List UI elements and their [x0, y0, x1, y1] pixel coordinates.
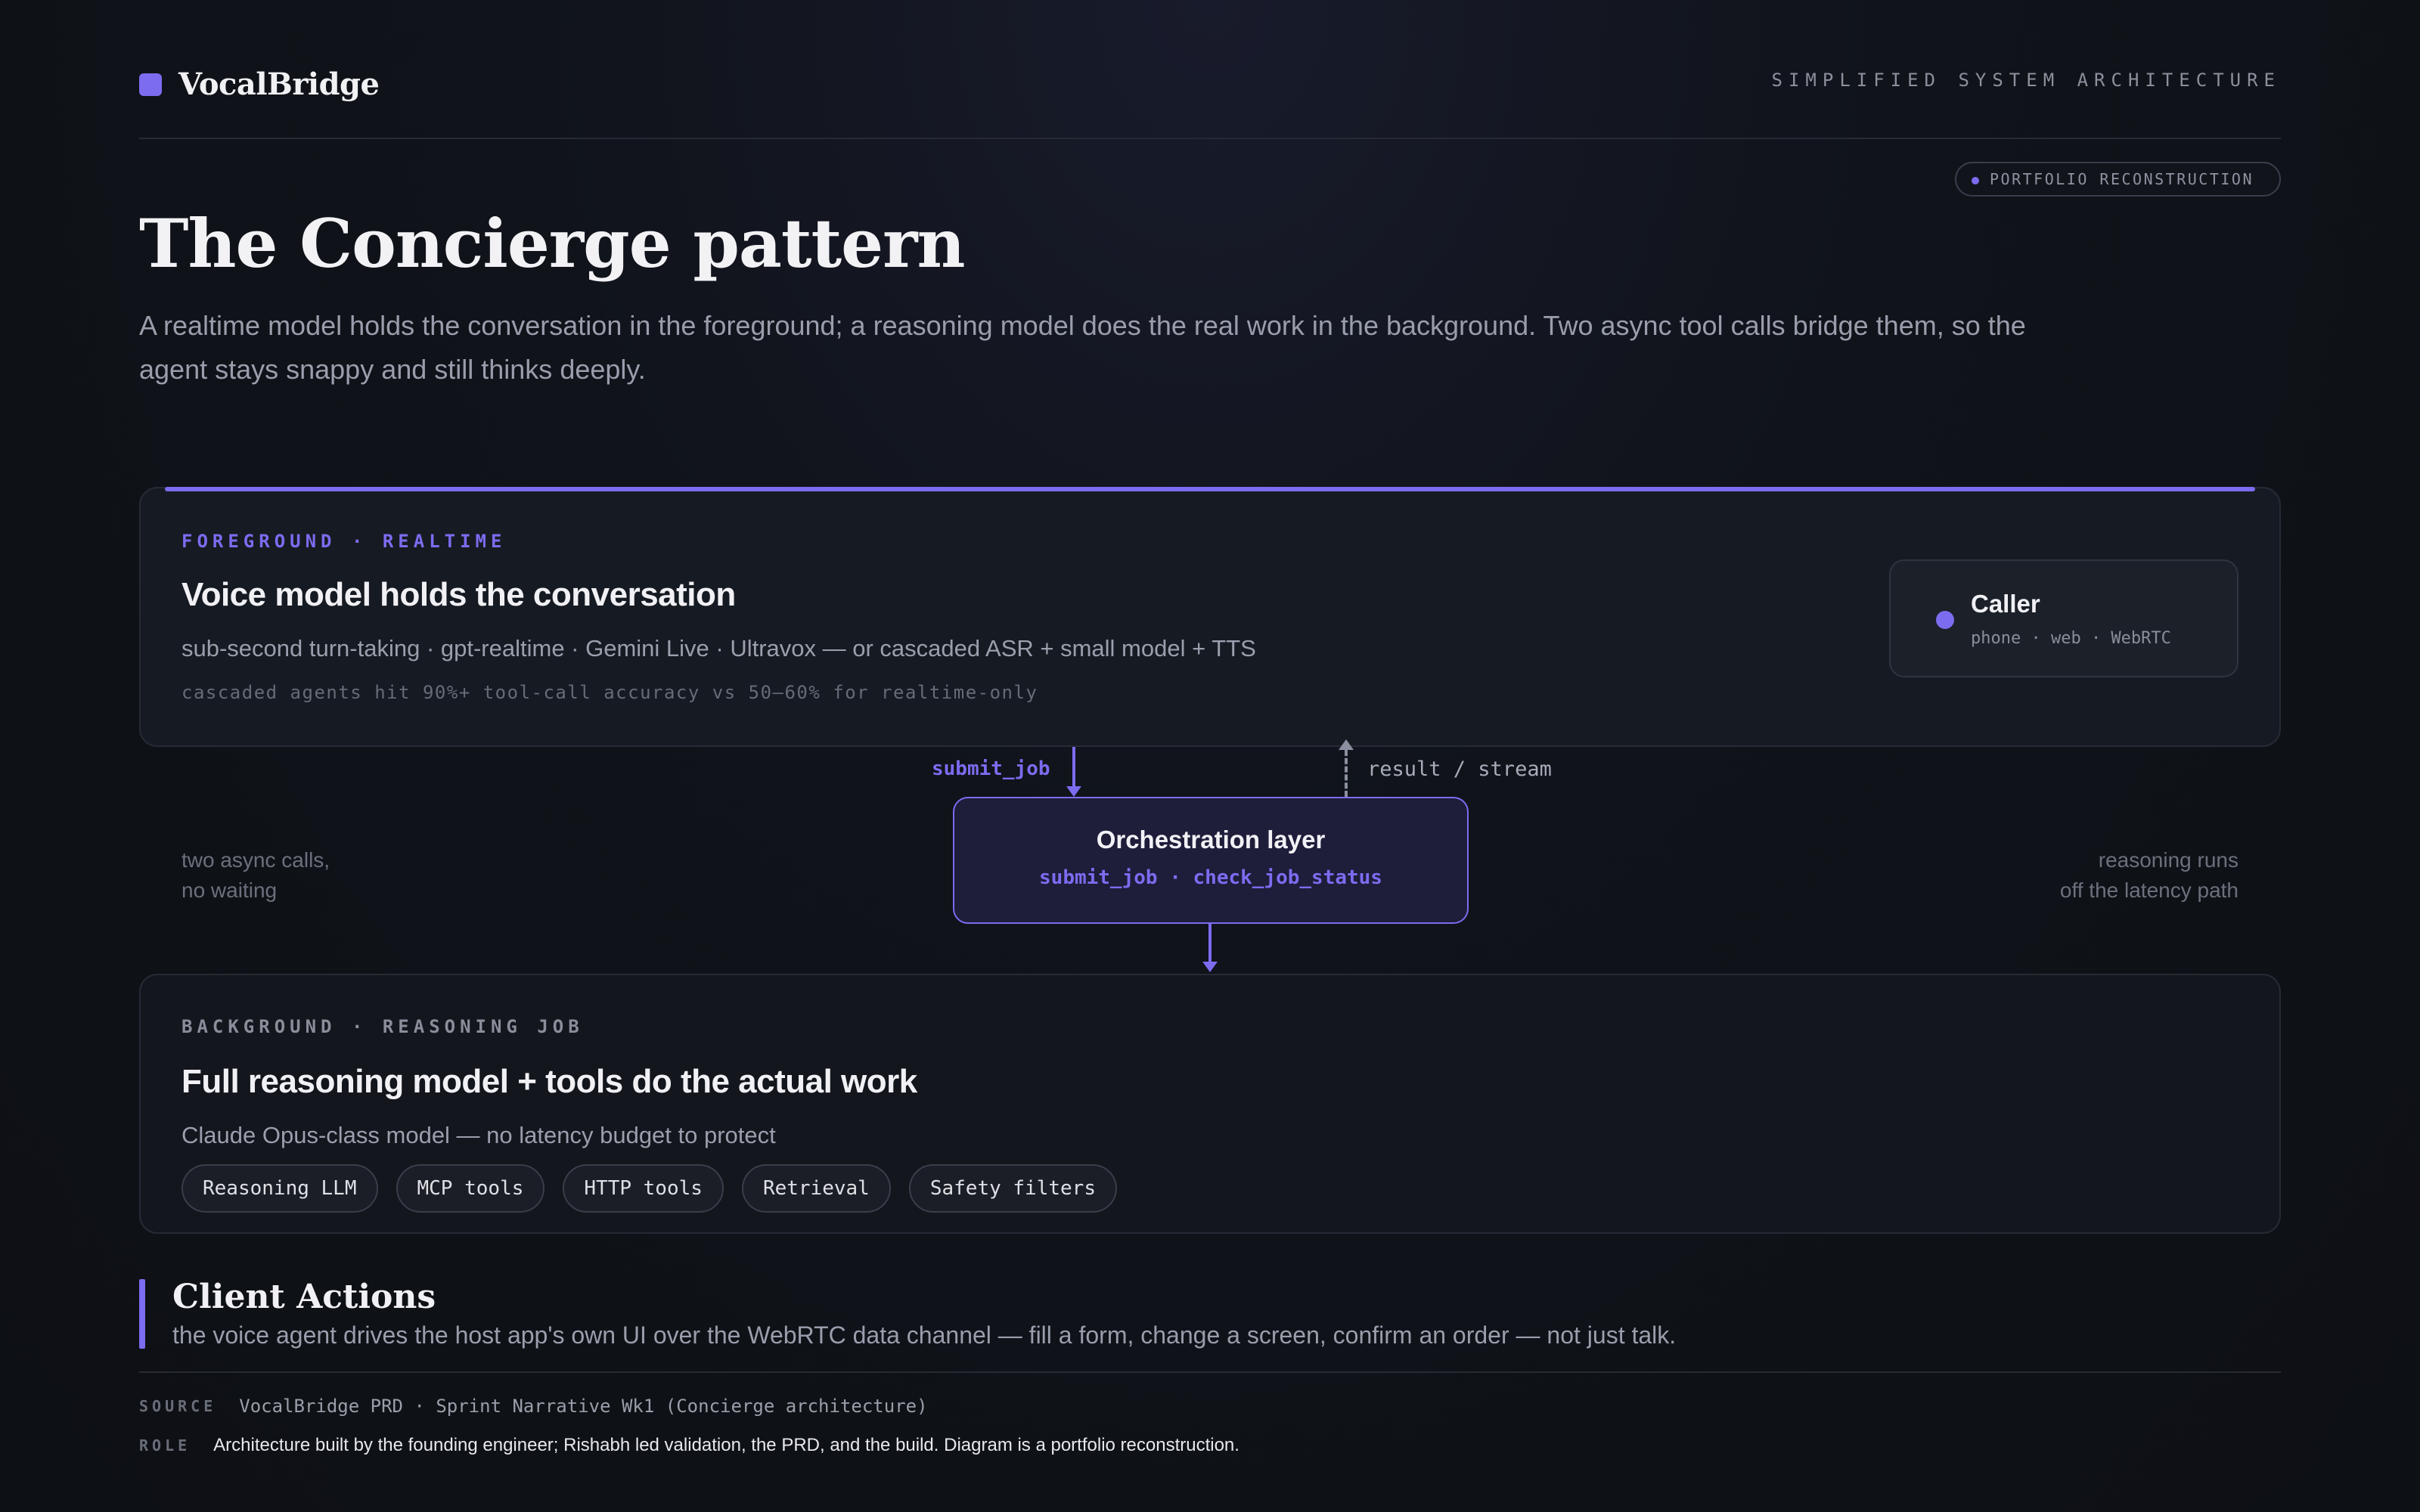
submit-job-arrow [1066, 747, 1081, 797]
background-title: Full reasoning model + tools do the actu… [182, 1063, 917, 1100]
brand-logo-icon [139, 73, 162, 96]
brand-name: VocalBridge [178, 67, 380, 102]
footer-divider [139, 1371, 2281, 1373]
badge-dot-icon [1972, 177, 1980, 184]
client-actions-subtitle: the voice agent drives the host app's ow… [172, 1321, 1677, 1349]
foreground-eyebrow: FOREGROUND · REALTIME [182, 531, 507, 552]
footer-source-row: SOURCE VocalBridge PRD · Sprint Narrativ… [139, 1396, 928, 1417]
tag-safety-filters: Safety filters [908, 1164, 1117, 1213]
tag-mcp-tools: MCP tools [396, 1164, 545, 1213]
footer-role-row: ROLE Architecture built by the founding … [139, 1435, 1239, 1456]
tag-http-tools: HTTP tools [563, 1164, 724, 1213]
orchestration-node: Orchestration layer submit_job · check_j… [953, 797, 1469, 924]
side-note-right: reasoning runs off the latency path [2060, 845, 2238, 906]
header-divider [139, 138, 2281, 139]
foreground-card: FOREGROUND · REALTIME Voice model holds … [139, 487, 2281, 747]
background-eyebrow: BACKGROUND · REASONING JOB [182, 1016, 584, 1037]
orchestration-subtitle: submit_job · check_job_status [1039, 866, 1382, 889]
submit-job-label: submit_job [932, 758, 1050, 780]
foreground-subtitle: sub-second turn-taking · gpt-realtime · … [182, 635, 1256, 662]
foreground-accent-bar [165, 487, 2255, 491]
caller-node: Caller phone · web · WebRTC [1889, 559, 2238, 677]
tag-reasoning-llm: Reasoning LLM [182, 1164, 378, 1213]
page-title: The Concierge pattern [139, 204, 966, 283]
badge-label: PORTFOLIO RECONSTRUCTION [1990, 170, 2254, 188]
side-note-left-line1: two async calls, [182, 848, 330, 872]
client-actions-title: Client Actions [172, 1278, 436, 1316]
brand[interactable]: VocalBridge [139, 67, 380, 102]
caller-title: Caller [1971, 590, 2040, 618]
foreground-note: cascaded agents hit 90%+ tool-call accur… [182, 682, 1038, 703]
orchestration-title: Orchestration layer [1096, 826, 1326, 854]
tool-tags: Reasoning LLM MCP tools HTTP tools Retri… [182, 1164, 1117, 1213]
client-actions-accent-bar [139, 1279, 145, 1349]
footer-role-key: ROLE [139, 1436, 191, 1455]
header-label: SIMPLIFIED SYSTEM ARCHITECTURE [1771, 70, 2281, 91]
background-subtitle: Claude Opus-class model — no latency bud… [182, 1122, 776, 1148]
footer-source-key: SOURCE [139, 1397, 217, 1415]
background-card: BACKGROUND · REASONING JOB Full reasonin… [139, 974, 2281, 1234]
result-stream-arrow [1339, 739, 1354, 797]
foreground-title: Voice model holds the conversation [182, 576, 736, 613]
caller-dot-icon [1936, 611, 1954, 629]
page-lead: A realtime model holds the conversation … [139, 310, 2026, 385]
side-note-left-line2: no waiting [182, 878, 278, 902]
tag-retrieval: Retrieval [741, 1164, 891, 1213]
footer-role-value: Architecture built by the founding engin… [213, 1435, 1239, 1455]
side-note-left: two async calls, no waiting [182, 845, 330, 906]
job-dispatch-arrow [1202, 924, 1218, 972]
footer-source-value: VocalBridge PRD · Sprint Narrative Wk1 (… [239, 1396, 928, 1417]
side-note-right-line2: off the latency path [2059, 878, 2238, 902]
result-stream-label: result / stream [1367, 758, 1552, 781]
caller-subtitle: phone · web · WebRTC [1971, 629, 2171, 648]
page: VocalBridge SIMPLIFIED SYSTEM ARCHITECTU… [139, 0, 2281, 1512]
portfolio-badge: PORTFOLIO RECONSTRUCTION [1955, 162, 2281, 197]
side-note-right-line1: reasoning runs [2098, 848, 2238, 872]
